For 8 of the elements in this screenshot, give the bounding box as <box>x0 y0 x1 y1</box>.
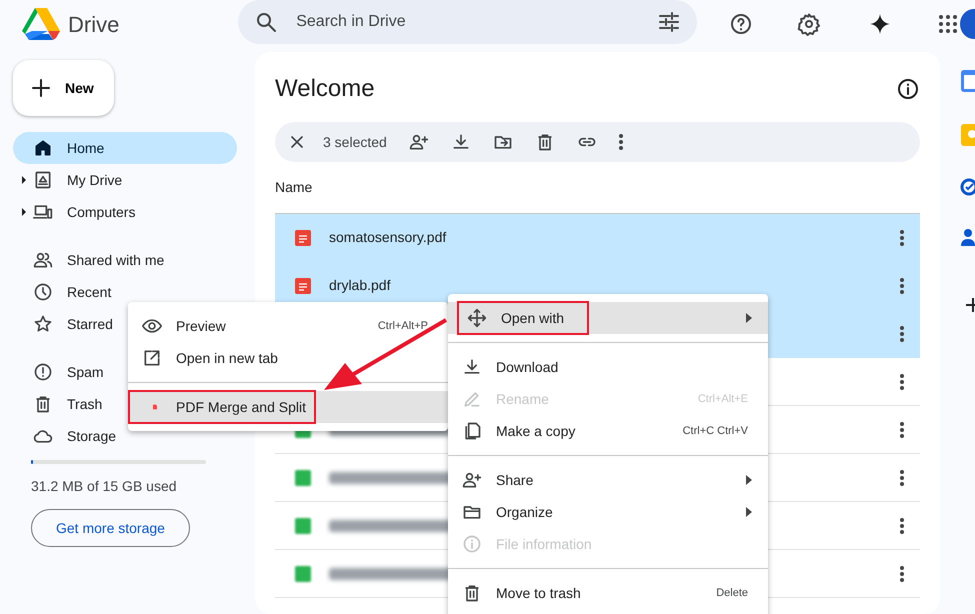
selection-count: 3 selected <box>323 132 387 152</box>
file-name: drylab.pdf <box>329 276 392 295</box>
app-title: Drive <box>68 10 120 38</box>
annotation-frame: Open with <box>457 301 589 335</box>
storage-usage: 31.2 MB of 15 GB used <box>31 477 178 496</box>
annotation-frame: PDF Merge and Split <box>128 390 316 424</box>
file-name: somatosensory.pdf <box>329 228 448 247</box>
page-title: Welcome <box>275 74 375 104</box>
